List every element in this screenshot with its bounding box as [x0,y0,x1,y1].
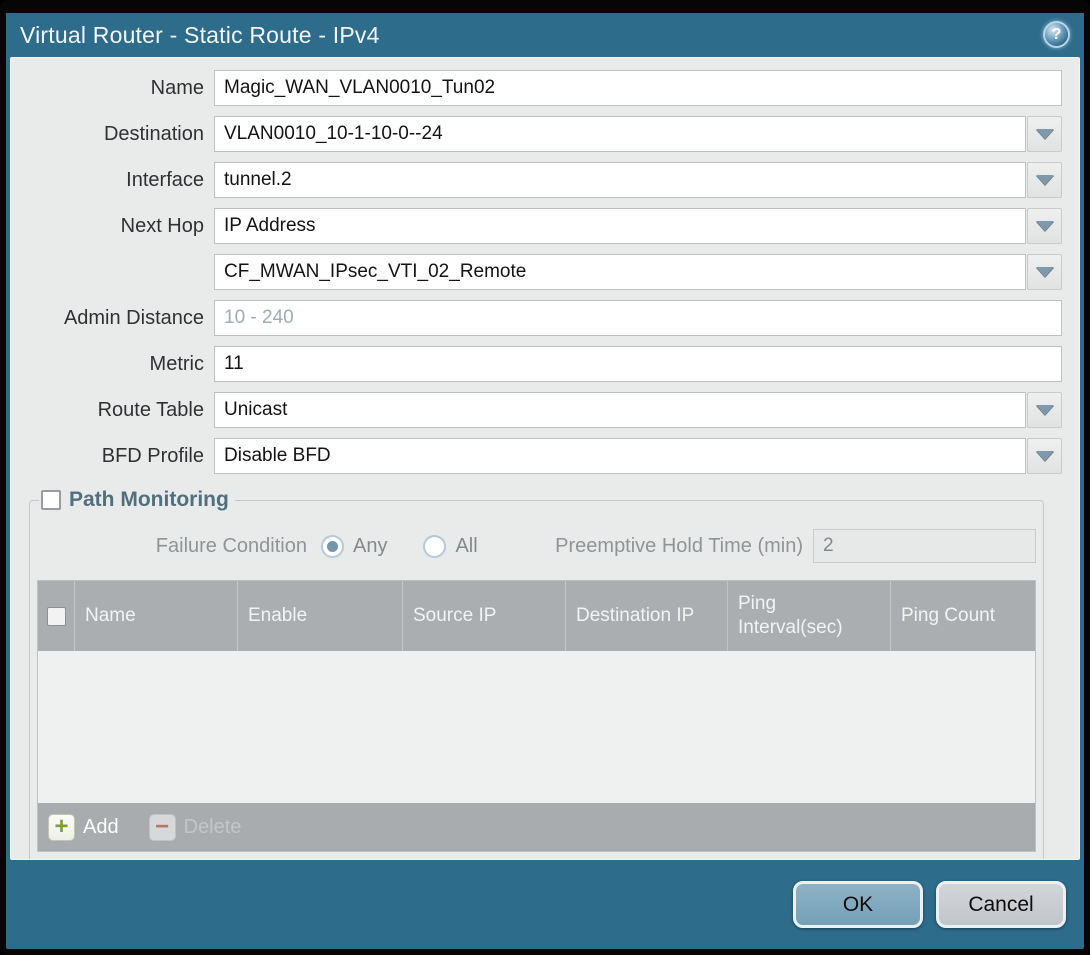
path-monitoring-legend: Path Monitoring [39,488,235,512]
interface-dropdown-button[interactable] [1027,162,1062,198]
dialog-titlebar: Virtual Router - Static Route - IPv4 ? [6,13,1084,57]
admin-distance-label: Admin Distance [11,307,214,330]
bfd-profile-input[interactable] [214,438,1026,474]
dialog-footer: OK Cancel [6,860,1084,949]
cancel-button[interactable]: Cancel [936,881,1066,928]
failure-condition-all-radio[interactable]: All [423,535,477,558]
route-table-dropdown-button[interactable] [1027,392,1062,428]
preemptive-hold-time-label: Preemptive Hold Time (min) [555,535,813,558]
help-icon[interactable]: ? [1043,21,1070,48]
metric-label: Metric [11,353,214,376]
next-hop-address-input[interactable] [214,254,1026,290]
failure-condition-any-label: Any [353,535,387,558]
dialog-title: Virtual Router - Static Route - IPv4 [20,22,380,49]
route-table-row: Route Table [11,392,1062,428]
next-hop-label: Next Hop [11,215,214,238]
name-row: Name [11,70,1062,106]
column-header-ping-interval[interactable]: Ping Interval(sec) [727,581,890,651]
preemptive-hold-time-input[interactable] [813,529,1036,563]
path-monitoring-title: Path Monitoring [69,488,229,512]
ok-button[interactable]: OK [793,881,923,928]
next-hop-row: Next Hop [11,208,1062,244]
failure-condition-any-radio[interactable]: Any [321,535,387,558]
failure-condition-label: Failure Condition [37,535,307,558]
metric-input[interactable] [214,346,1062,382]
destination-label: Destination [11,123,214,146]
path-monitoring-checkbox[interactable] [41,490,61,510]
minus-icon: − [149,814,176,841]
destination-row: Destination [11,116,1062,152]
select-all-cell [38,581,74,651]
metric-row: Metric [11,346,1062,382]
chevron-down-icon [1036,129,1054,139]
failure-condition-options: Any All [307,535,478,558]
table-header: Name Enable Source IP Destination IP Pin… [38,581,1035,651]
bfd-profile-dropdown-button[interactable] [1027,438,1062,474]
admin-distance-input[interactable] [214,300,1062,336]
destination-dropdown-button[interactable] [1027,116,1062,152]
admin-distance-row: Admin Distance [11,300,1062,336]
path-monitoring-table: Name Enable Source IP Destination IP Pin… [37,580,1036,852]
add-button[interactable]: + Add [48,814,119,841]
static-route-dialog: Virtual Router - Static Route - IPv4 ? N… [0,0,1090,955]
destination-input[interactable] [214,116,1026,152]
failure-condition-all-label: All [455,535,477,558]
chevron-down-icon [1036,221,1054,231]
interface-input[interactable] [214,162,1026,198]
interface-row: Interface [11,162,1062,198]
column-header-source-ip[interactable]: Source IP [402,581,565,651]
column-header-enable[interactable]: Enable [237,581,402,651]
next-hop-address-dropdown-button[interactable] [1027,254,1062,290]
bfd-profile-row: BFD Profile [11,438,1062,474]
route-table-label: Route Table [11,399,214,422]
add-button-label: Add [83,816,119,839]
name-label: Name [11,77,214,100]
chevron-down-icon [1036,175,1054,185]
chevron-down-icon [1036,451,1054,461]
next-hop-dropdown-button[interactable] [1027,208,1062,244]
next-hop-type-input[interactable] [214,208,1026,244]
table-footer: + Add − Delete [38,803,1035,851]
failure-condition-row: Failure Condition Any All Preemptive Hol… [37,528,1036,564]
plus-icon: + [48,814,75,841]
preemptive-hold-time-group: Preemptive Hold Time (min) [555,529,1036,563]
delete-button[interactable]: − Delete [149,814,242,841]
radio-icon [423,535,446,558]
path-monitoring-section: Path Monitoring Failure Condition Any Al… [29,488,1044,860]
chevron-down-icon [1036,405,1054,415]
column-header-name[interactable]: Name [74,581,237,651]
radio-icon [321,535,344,558]
column-header-ping-count[interactable]: Ping Count [890,581,1035,651]
column-header-destination-ip[interactable]: Destination IP [565,581,727,651]
delete-button-label: Delete [184,816,242,839]
table-body-empty [38,651,1035,803]
interface-label: Interface [11,169,214,192]
route-table-input[interactable] [214,392,1026,428]
chevron-down-icon [1036,267,1054,277]
dialog-body: Name Destination Interface [10,57,1080,860]
next-hop-address-row [11,254,1062,290]
select-all-checkbox[interactable] [47,607,66,626]
name-input[interactable] [214,70,1062,106]
bfd-profile-label: BFD Profile [11,445,214,468]
